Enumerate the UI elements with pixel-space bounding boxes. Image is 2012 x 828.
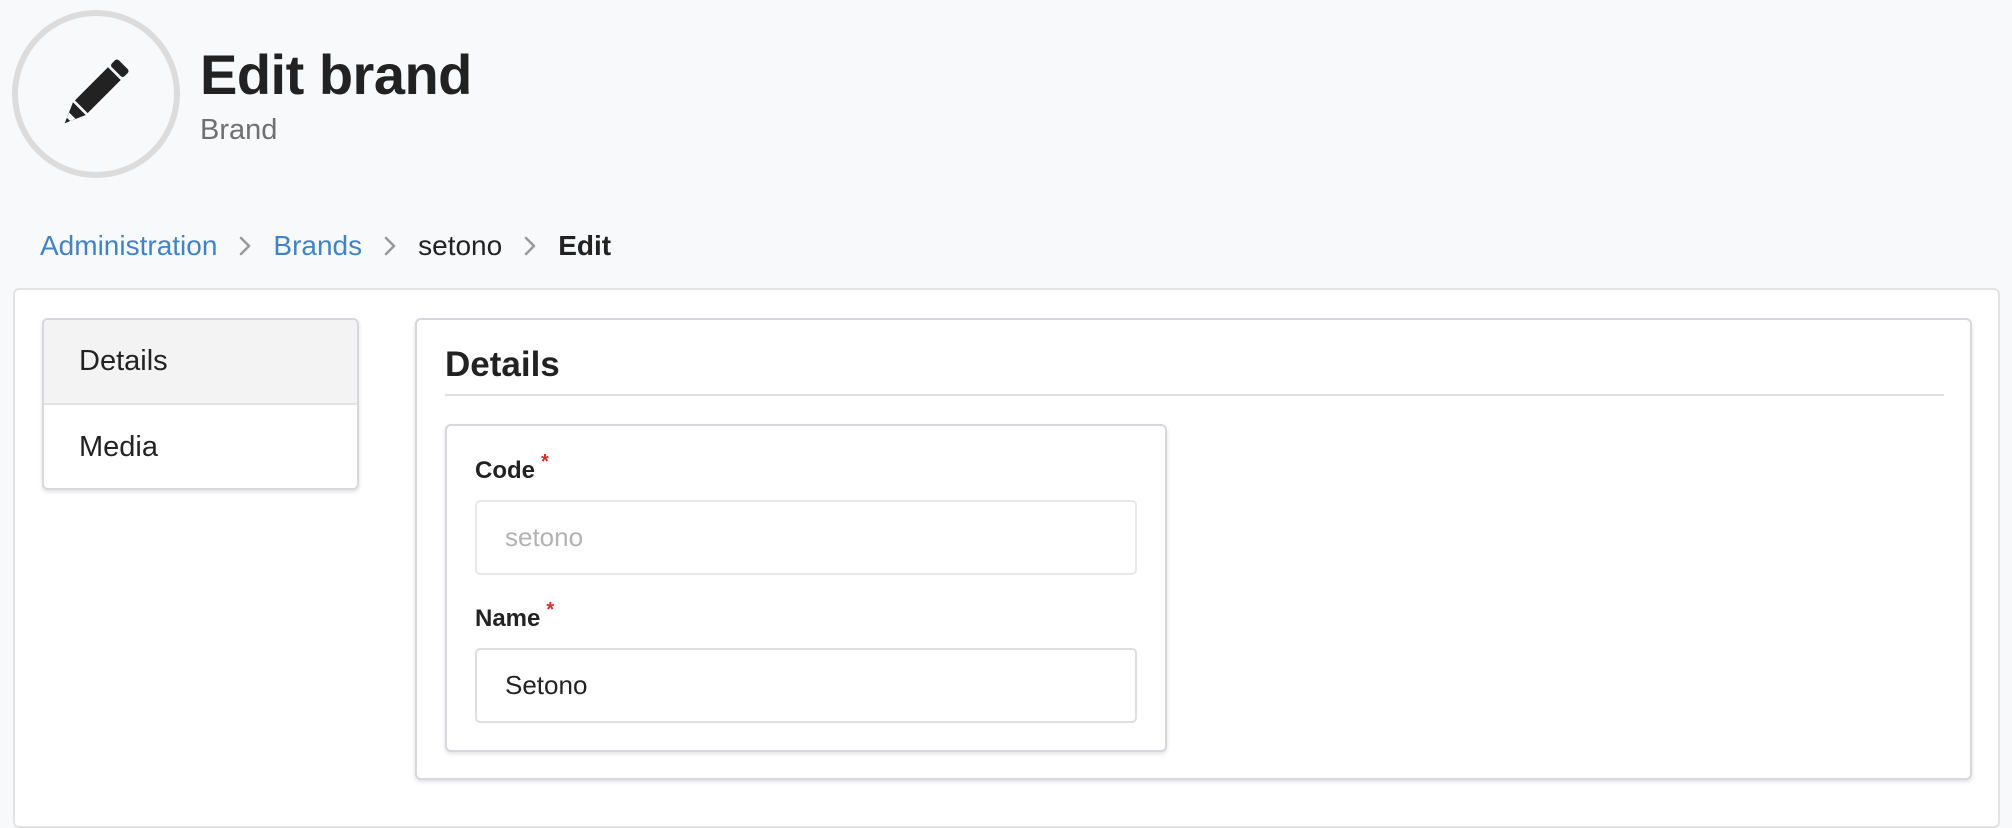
details-divider [445,394,1944,396]
code-label-text: Code [475,457,535,484]
page-title: Edit brand [200,43,472,106]
brand-form: Code * setono Name * Setono [445,424,1167,752]
details-panel: Details Code * setono Name * Setono [415,318,1972,780]
breadcrumb-brands-link[interactable]: Brands [273,230,362,262]
code-field-label: Code * [475,451,549,487]
breadcrumb-administration-link[interactable]: Administration [40,230,217,262]
side-menu-item-details[interactable]: Details [44,320,357,405]
breadcrumb-active-edit: Edit [558,230,612,261]
header-icon-circle [12,10,180,178]
chevron-right-icon [217,235,273,257]
details-heading: Details [445,345,560,384]
chevron-right-icon [502,235,558,257]
code-required-mark: * [541,451,549,473]
name-required-mark: * [546,599,555,621]
page-subtitle: Brand [200,114,278,146]
pencil-icon [64,59,129,124]
name-label-text: Name [475,605,541,632]
chevron-right-icon [362,235,418,257]
side-menu: Details Media [42,318,359,490]
name-field[interactable]: Setono [475,648,1137,723]
name-field-label: Name * [475,599,554,635]
code-field: setono [475,500,1137,575]
breadcrumb: Administration Brands setono Edit [40,226,611,266]
breadcrumb-current-brand: setono [418,230,503,261]
side-menu-item-media[interactable]: Media [44,405,357,488]
